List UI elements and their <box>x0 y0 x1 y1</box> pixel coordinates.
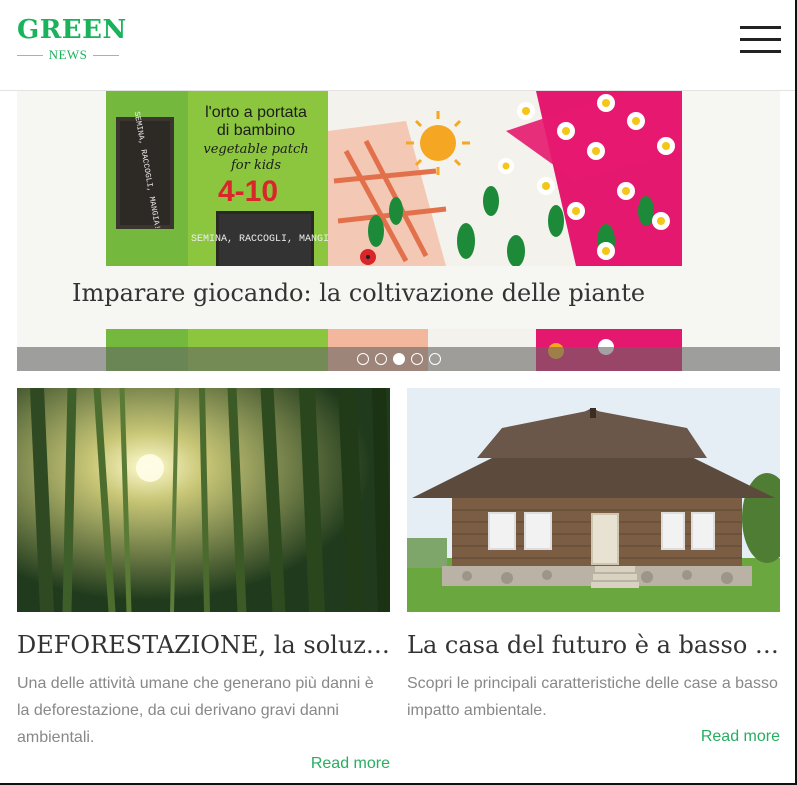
slider-dot-5[interactable] <box>429 353 441 365</box>
slide-image[interactable]: l'orto a portata di bambino vegetable pa… <box>106 91 682 266</box>
logo-main-text: GREEN <box>17 15 127 45</box>
article-title[interactable]: DEFORESTAZIONE, la soluzion... <box>17 630 390 660</box>
page-frame: GREEN NEWS l'orto a portata di bambino v… <box>0 0 797 785</box>
slider-dot-3[interactable] <box>393 353 405 365</box>
slider-dots <box>357 353 441 365</box>
box-text-line4: for kids <box>230 158 281 173</box>
logo-divider-right <box>93 54 119 56</box>
article-card: DEFORESTAZIONE, la soluzion... Una delle… <box>17 388 390 773</box>
logo-sub-text: NEWS <box>48 47 88 62</box>
box-text-line3: vegetable patch <box>203 142 308 157</box>
logo-divider-left <box>17 54 43 56</box>
menu-bar-top <box>740 26 781 29</box>
article-image-bamboo[interactable] <box>17 388 390 612</box>
read-more-link[interactable]: Read more <box>407 728 780 746</box>
slide-title[interactable]: Imparare giocando: la coltivazione delle… <box>72 279 645 307</box>
article-title[interactable]: La casa del futuro è a basso imp... <box>407 630 780 660</box>
site-header: GREEN NEWS <box>0 0 795 91</box>
hamburger-menu-icon[interactable] <box>740 26 781 54</box>
article-excerpt: Scopri le principali caratteristiche del… <box>407 675 778 719</box>
read-more-link[interactable]: Read more <box>17 755 390 773</box>
site-logo[interactable]: GREEN NEWS <box>17 14 127 63</box>
slider-dot-4[interactable] <box>411 353 423 365</box>
box-age-text: 4-10 <box>218 175 278 208</box>
logo-sub-row: NEWS <box>17 47 119 63</box>
article-excerpt: Una delle attività umane che generano pi… <box>17 675 374 746</box>
article-image-wooden-house[interactable] <box>407 388 780 612</box>
slider-dot-1[interactable] <box>357 353 369 365</box>
box-text-line2: di bambino <box>217 122 295 139</box>
slider-dot-2[interactable] <box>375 353 387 365</box>
box-text-line1: l'orto a portata <box>205 104 307 121</box>
hero-slider[interactable]: l'orto a portata di bambino vegetable pa… <box>17 91 780 371</box>
menu-bar-bottom <box>740 50 781 53</box>
slider-pagination-bar <box>17 347 780 371</box>
menu-bar-middle <box>740 38 781 41</box>
box-board-text: SEMINA, RACCOGLI, MANGIA! <box>191 234 341 245</box>
article-card: La casa del futuro è a basso imp... Scop… <box>407 388 780 746</box>
